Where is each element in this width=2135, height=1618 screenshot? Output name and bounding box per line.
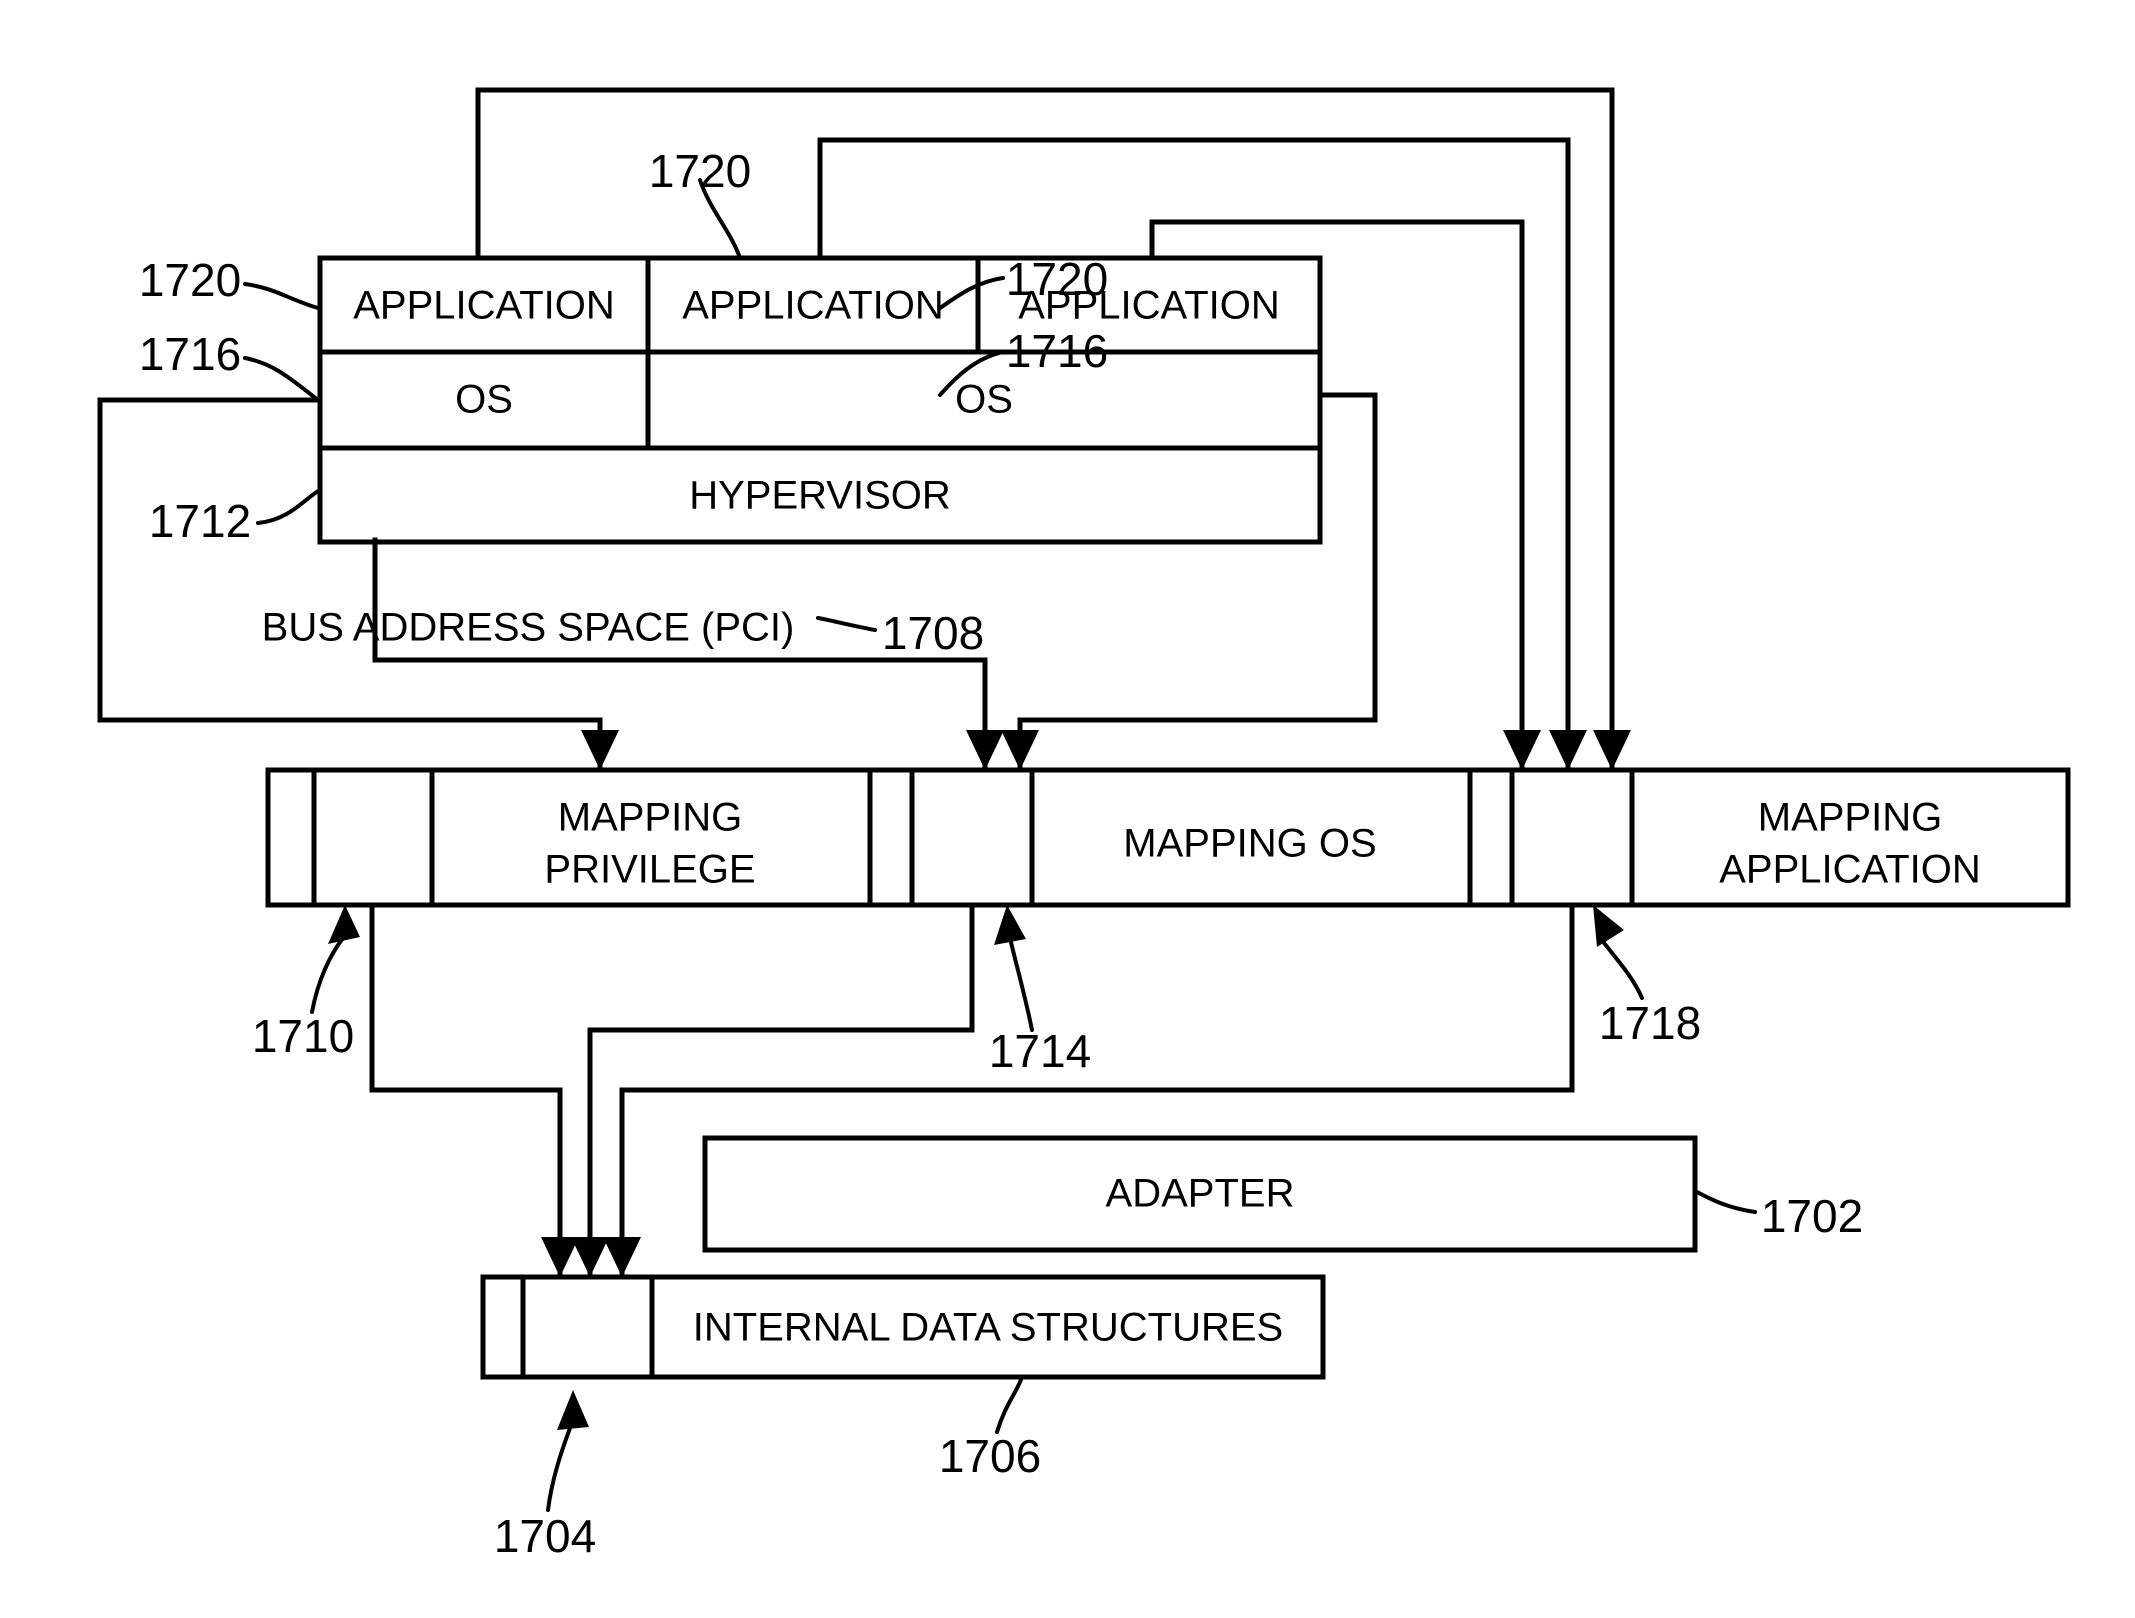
leader-1720-left <box>243 282 320 310</box>
leader-1704 <box>546 1426 572 1512</box>
ref-1716-right: 1716 <box>1006 325 1108 377</box>
arrowhead-into-mapping-4 <box>1503 730 1541 770</box>
ref-1720-left: 1720 <box>139 254 241 306</box>
ref-1718: 1718 <box>1599 997 1701 1049</box>
mapping-application-label-line2: APPLICATION <box>1719 848 1981 892</box>
arrowhead-1710 <box>328 905 360 944</box>
leader-1720-right <box>938 276 1005 310</box>
leader-1716-left <box>243 356 320 402</box>
ref-1714: 1714 <box>989 1025 1091 1077</box>
arrowhead-into-ids-2 <box>571 1237 609 1277</box>
leader-1714 <box>1008 936 1034 1032</box>
os-1-label: OS <box>455 378 513 422</box>
bus-address-space-label: BUS ADDRESS SPACE (PCI) <box>262 606 795 650</box>
leader-1712 <box>256 488 322 525</box>
ref-1704: 1704 <box>494 1510 596 1562</box>
arrowhead-1714 <box>994 905 1026 945</box>
ref-1708: 1708 <box>882 607 984 659</box>
leader-1718 <box>1600 938 1644 1000</box>
arrowhead-1718 <box>1593 905 1624 947</box>
arrowhead-into-mapping-1 <box>581 730 619 770</box>
mapping-privilege-label-line2: PRIVILEGE <box>544 848 755 892</box>
wire-mapping-application-to-ids <box>619 902 1575 1280</box>
arrowhead-into-mapping-6 <box>1593 730 1631 770</box>
leader-1706 <box>995 1375 1024 1434</box>
mapping-application-label-line1: MAPPING <box>1758 796 1942 840</box>
arrowhead-into-mapping-3 <box>1001 730 1039 770</box>
leader-1710 <box>310 936 345 1014</box>
wire-os-left-to-mapping <box>97 397 603 773</box>
ref-1716-left: 1716 <box>139 328 241 380</box>
ref-1702: 1702 <box>1761 1190 1863 1242</box>
arrowhead-into-mapping-5 <box>1549 730 1587 770</box>
ref-1706: 1706 <box>939 1430 1041 1482</box>
ref-1720-top: 1720 <box>649 145 751 197</box>
leader-1708 <box>816 616 877 632</box>
ref-1712: 1712 <box>149 495 251 547</box>
hypervisor-label: HYPERVISOR <box>689 474 951 518</box>
adapter-label: ADAPTER <box>1106 1172 1295 1216</box>
mapping-privilege-label-line1: MAPPING <box>558 796 742 840</box>
patent-diagram: APPLICATION APPLICATION APPLICATION OS O… <box>97 87 2071 1562</box>
wire-app2-to-mapping <box>817 137 1571 773</box>
ref-1720-right: 1720 <box>1006 253 1108 305</box>
os-2-label: OS <box>955 378 1013 422</box>
arrowhead-1704 <box>557 1390 589 1430</box>
mapping-os-label: MAPPING OS <box>1123 822 1376 866</box>
figure-canvas: APPLICATION APPLICATION APPLICATION OS O… <box>0 0 2135 1618</box>
arrowhead-into-ids-3 <box>603 1237 641 1277</box>
wire-mapping-privilege-to-ids <box>369 902 563 1280</box>
internal-data-structures-label: INTERNAL DATA STRUCTURES <box>693 1306 1283 1350</box>
arrowhead-into-ids-1 <box>541 1237 579 1277</box>
application-1-label: APPLICATION <box>353 284 615 328</box>
application-2-label: APPLICATION <box>682 284 944 328</box>
arrowhead-into-mapping-2 <box>966 730 1004 770</box>
ref-1710: 1710 <box>252 1010 354 1062</box>
leader-1702 <box>1695 1190 1757 1214</box>
